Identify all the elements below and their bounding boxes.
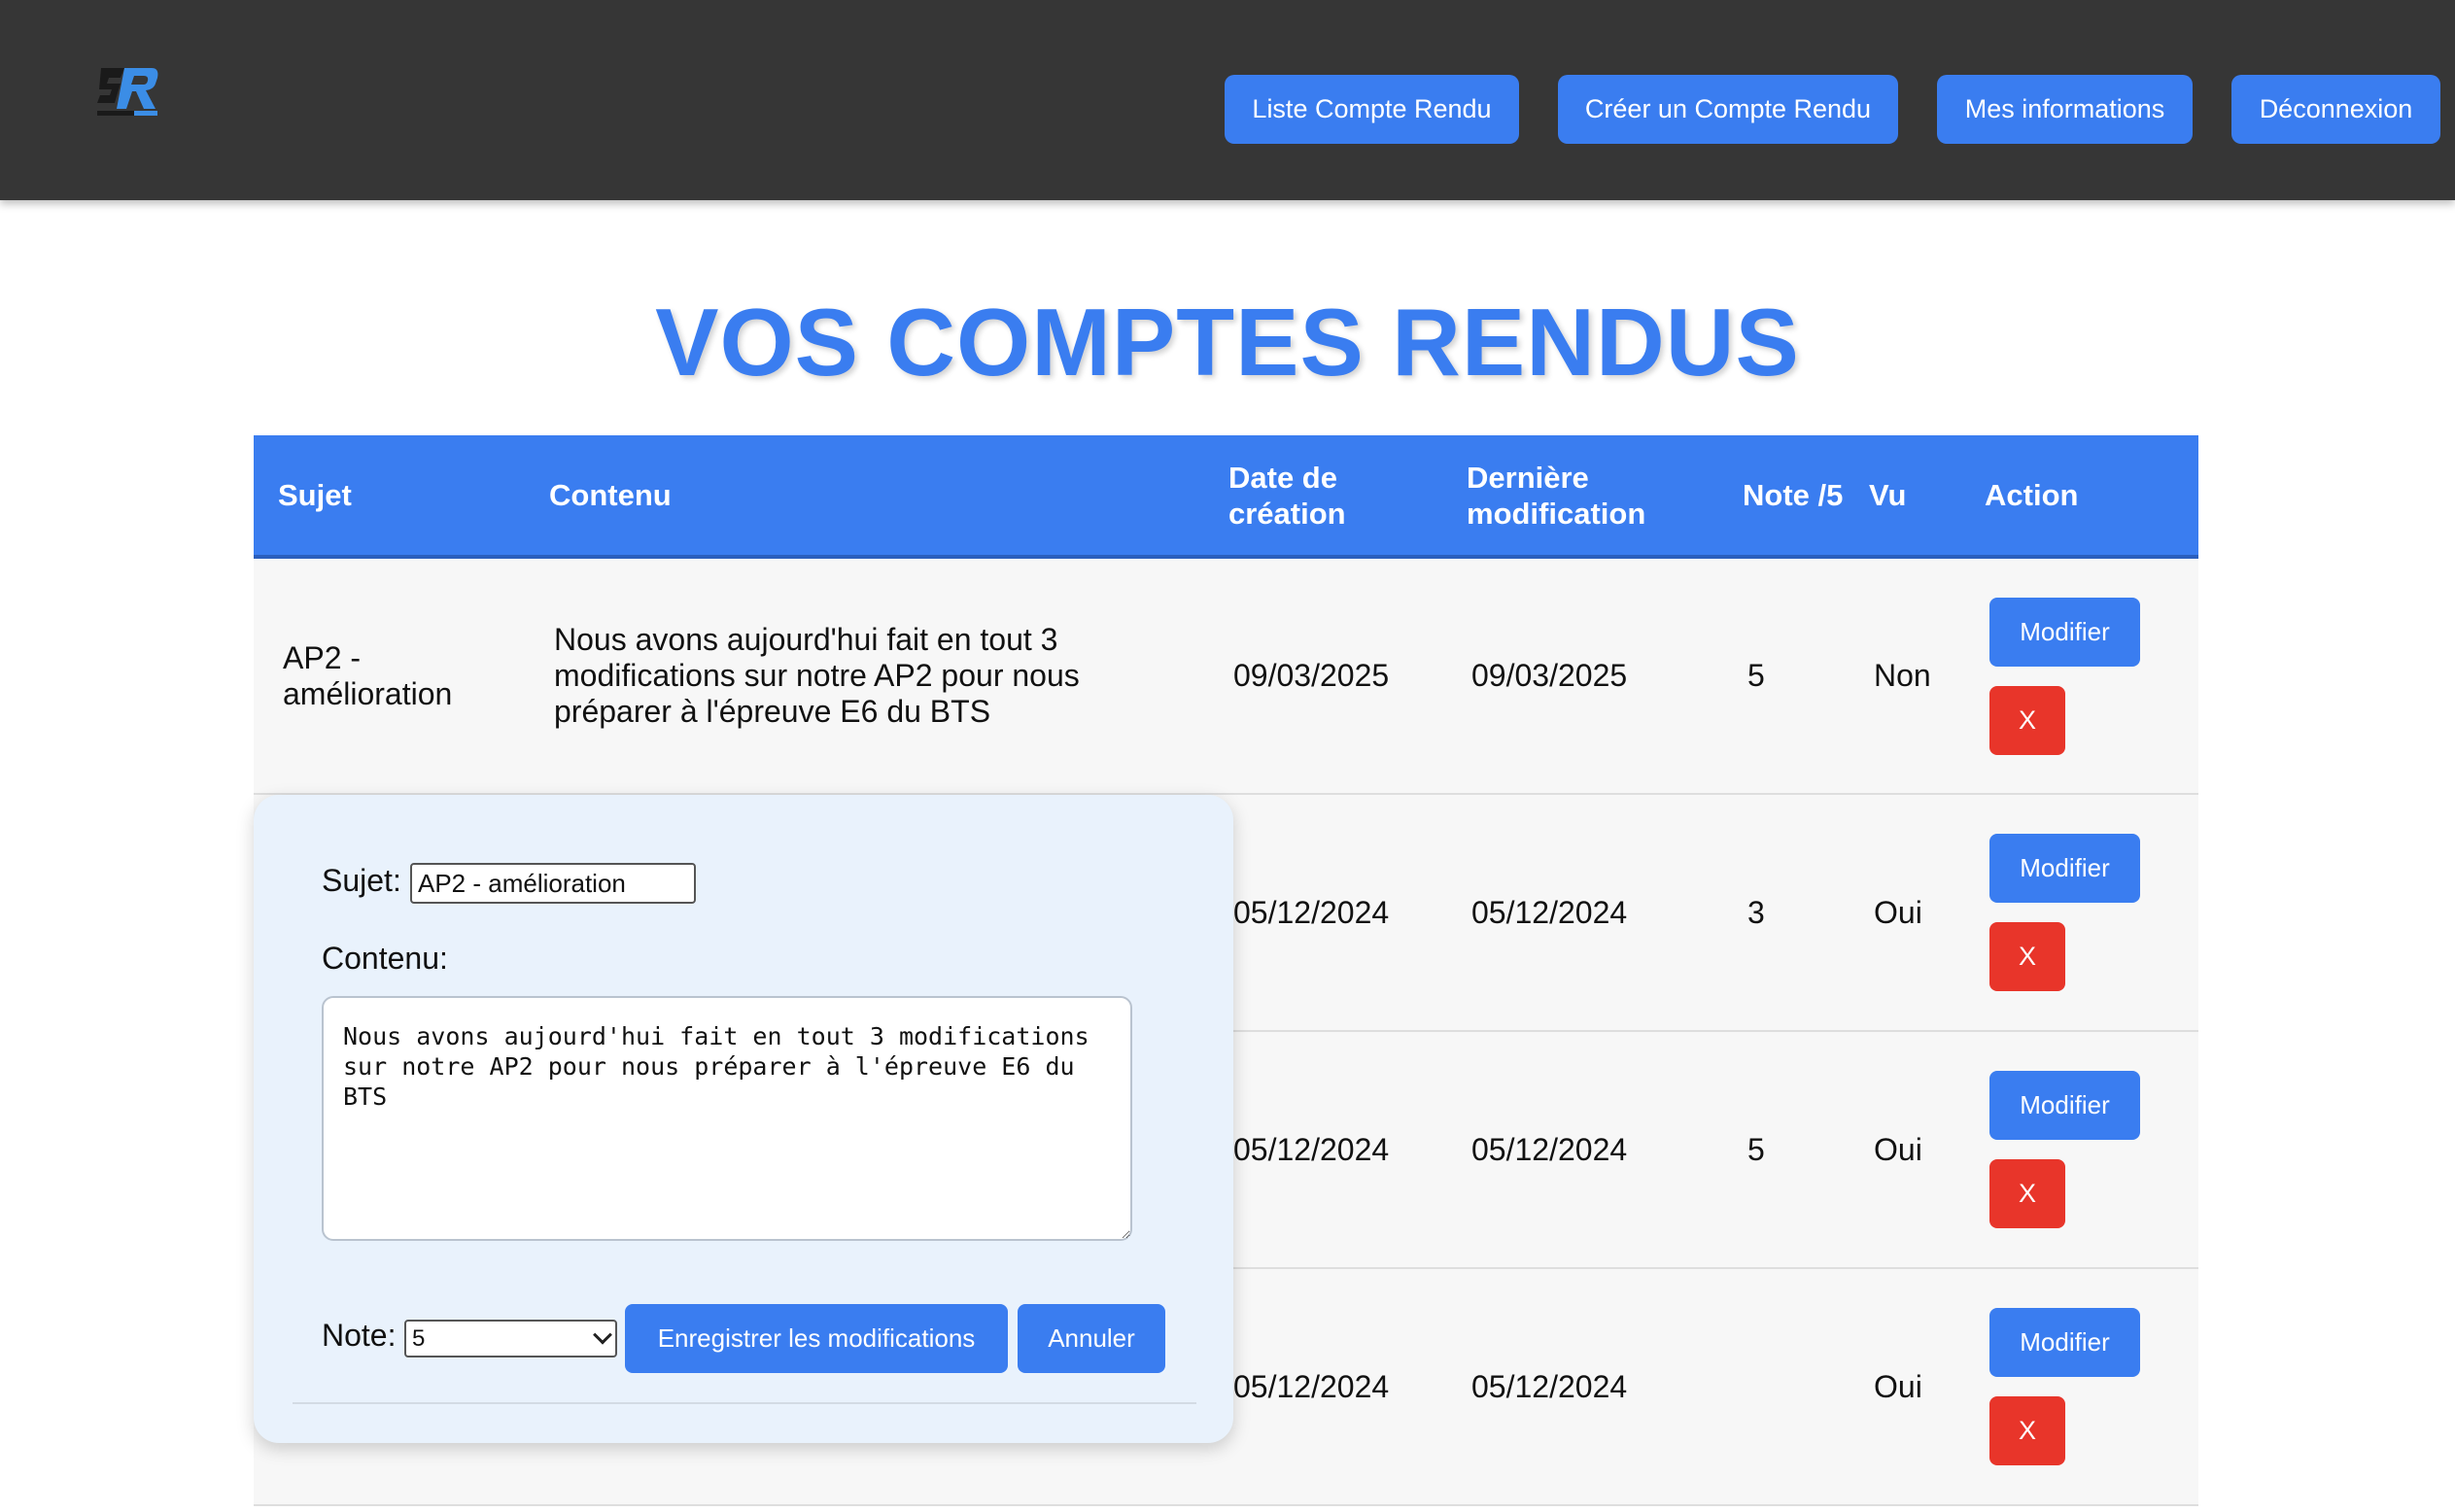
chevron-down-icon [593, 1324, 612, 1345]
cell-action: Modifier X [1960, 1031, 2198, 1268]
cell-vu: Oui [1874, 1368, 1922, 1404]
sujet-input[interactable] [410, 863, 696, 904]
table-header-row: Sujet Contenu Date de création Dernière … [254, 435, 2198, 557]
note-select-value: 5 [412, 1324, 426, 1352]
note-label: Note: [322, 1318, 397, 1353]
cell-note: 5 [1747, 658, 1765, 693]
action-buttons: Modifier X [1989, 597, 2179, 755]
cell-note [1718, 1268, 1845, 1505]
cell-date-creation: 05/12/2024 [1233, 894, 1390, 930]
modifier-button[interactable]: Modifier [1989, 1308, 2140, 1377]
contenu-textarea[interactable]: Nous avons aujourd'hui fait en tout 3 mo… [322, 996, 1132, 1241]
action-buttons: Modifier X [1989, 834, 2179, 991]
cell-vu: Oui [1874, 1131, 1922, 1167]
cell-contenu: Nous avons aujourd'hui fait en tout 3 mo… [554, 622, 1080, 729]
modifier-button[interactable]: Modifier [1989, 834, 2140, 903]
nav-mes-informations-button[interactable]: Mes informations [1937, 75, 2193, 144]
save-changes-button[interactable]: Enregistrer les modifications [625, 1304, 1008, 1373]
header-derniere-modification: Dernière modification [1467, 460, 1646, 531]
sujet-label: Sujet: [322, 863, 401, 898]
top-navigation-bar: Liste Compte Rendu Créer un Compte Rendu… [0, 0, 2455, 200]
page-title: VOS COMPTES RENDUS [655, 289, 1800, 395]
cell-note: 3 [1747, 894, 1765, 930]
nav-creer-compte-rendu-button[interactable]: Créer un Compte Rendu [1558, 75, 1898, 144]
cell-action: Modifier X [1960, 557, 2198, 794]
table-row: AP2 - amélioration Nous avons aujourd'hu… [254, 557, 2198, 794]
cell-action: Modifier X [1960, 1268, 2198, 1505]
cell-derniere-modification: 05/12/2024 [1471, 894, 1628, 930]
cancel-button[interactable]: Annuler [1018, 1304, 1165, 1373]
cell-action: Modifier X [1960, 794, 2198, 1031]
cell-date-creation: 09/03/2025 [1233, 658, 1390, 693]
modifier-button[interactable]: Modifier [1989, 597, 2140, 667]
nav-liste-compte-rendu-button[interactable]: Liste Compte Rendu [1225, 75, 1519, 144]
header-note: Note /5 [1743, 478, 1844, 512]
sr-logo-icon[interactable] [95, 64, 161, 120]
cell-derniere-modification: 05/12/2024 [1471, 1131, 1628, 1167]
header-sujet: Sujet [278, 478, 352, 512]
header-contenu: Contenu [549, 478, 672, 512]
header-date-creation: Date de création [1228, 460, 1346, 531]
cell-sujet: AP2 - amélioration [283, 639, 453, 711]
divider [293, 1402, 1196, 1404]
cell-derniere-modification: 05/12/2024 [1471, 1368, 1628, 1404]
action-buttons: Modifier X [1989, 1308, 2179, 1465]
delete-button[interactable]: X [1989, 1159, 2065, 1228]
delete-button[interactable]: X [1989, 1396, 2065, 1465]
delete-button[interactable]: X [1989, 922, 2065, 991]
edit-report-panel: Sujet: Contenu: Nous avons aujourd'hui f… [254, 795, 1233, 1443]
header-vu: Vu [1869, 478, 1907, 512]
cell-date-creation: 05/12/2024 [1233, 1368, 1390, 1404]
note-select[interactable]: 5 [404, 1320, 617, 1357]
cell-note: 5 [1747, 1131, 1765, 1167]
delete-button[interactable]: X [1989, 685, 2065, 755]
contenu-label: Contenu: [322, 941, 448, 976]
header-action: Action [1985, 478, 2079, 512]
cell-date-creation: 05/12/2024 [1233, 1131, 1390, 1167]
cell-vu: Oui [1874, 894, 1922, 930]
nav-deconnexion-button[interactable]: Déconnexion [2231, 75, 2440, 144]
cell-vu: Non [1874, 658, 1931, 693]
cell-derniere-modification: 09/03/2025 [1471, 658, 1628, 693]
action-buttons: Modifier X [1989, 1071, 2179, 1228]
modifier-button[interactable]: Modifier [1989, 1071, 2140, 1140]
